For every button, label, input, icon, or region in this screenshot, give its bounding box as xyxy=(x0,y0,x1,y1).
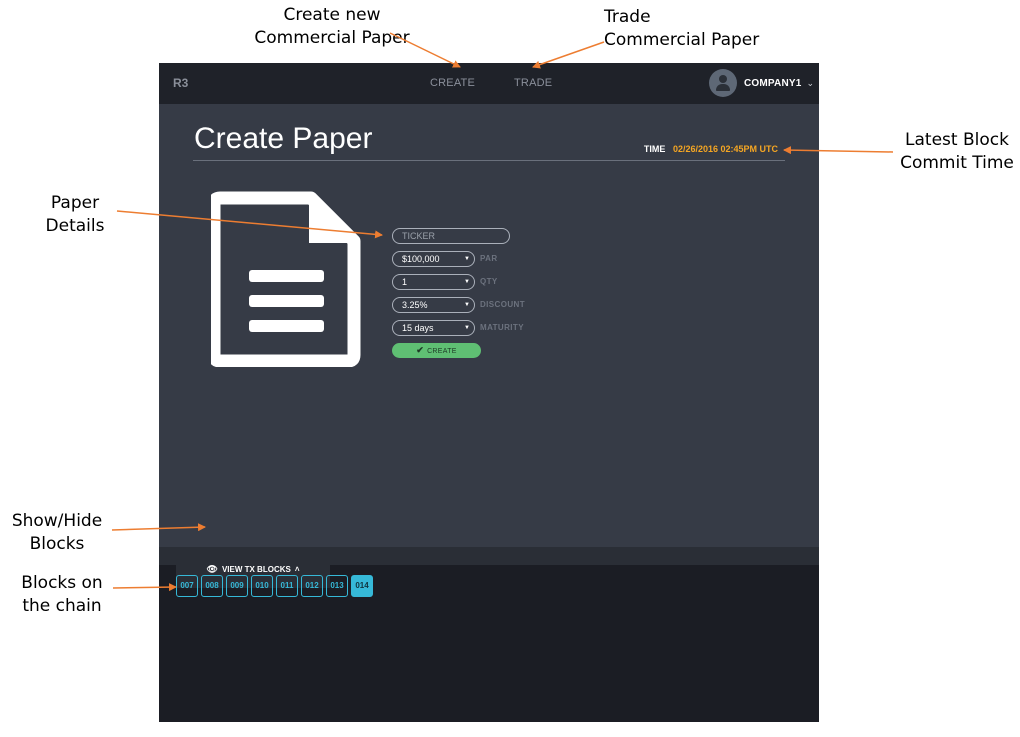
block-012[interactable]: 012 xyxy=(301,575,323,597)
callout-line: Paper xyxy=(50,193,100,213)
callout-line: Commercial Paper xyxy=(254,28,410,48)
dropdown-arrow-icon: ▼ xyxy=(464,325,470,331)
top-nav-bar: R3 CREATE TRADE COMPANY1 ⌄ xyxy=(159,63,819,104)
block-007[interactable]: 007 xyxy=(176,575,198,597)
main-panel: Create Paper TIME 02/26/2016 02:45PM UTC… xyxy=(159,104,819,588)
user-menu[interactable]: COMPANY1 ⌄ xyxy=(709,69,814,97)
qty-label: QTY xyxy=(480,277,498,286)
view-tx-blocks-label: VIEW TX BLOCKS xyxy=(221,564,291,574)
callout-trade: Trade Commercial Paper xyxy=(604,6,759,52)
create-button-label: CREATE xyxy=(427,348,457,355)
discount-select[interactable]: 3.25% ▼ xyxy=(392,297,475,313)
callout-line: Blocks on xyxy=(21,573,103,593)
callout-blocks-chain: Blocks on the chain xyxy=(8,572,116,618)
dropdown-arrow-icon: ▼ xyxy=(464,279,470,285)
page-title: Create Paper xyxy=(194,122,373,155)
app-window: R3 CREATE TRADE COMPANY1 ⌄ Create Paper … xyxy=(159,63,819,722)
callout-line: Latest Block xyxy=(905,130,1009,150)
callout-show-hide: Show/Hide Blocks xyxy=(2,510,112,556)
callout-line: Commit Time xyxy=(900,153,1014,173)
qty-value: 1 xyxy=(402,277,408,287)
par-label: PAR xyxy=(480,254,498,263)
blocks-panel-header xyxy=(159,547,819,565)
callout-line: Commercial Paper xyxy=(604,30,760,50)
block-008[interactable]: 008 xyxy=(201,575,223,597)
chevron-down-icon: ⌄ xyxy=(806,77,815,88)
callout-block-time: Latest Block Commit Time xyxy=(897,129,1017,175)
maturity-label: MATURITY xyxy=(480,323,524,332)
discount-label: DISCOUNT xyxy=(480,300,525,309)
user-name: COMPANY1 xyxy=(744,77,802,89)
callout-line: Details xyxy=(45,216,105,236)
block-010[interactable]: 010 xyxy=(251,575,273,597)
block-commit-time: TIME 02/26/2016 02:45PM UTC xyxy=(644,144,778,154)
callout-create-new: Create new Commercial Paper xyxy=(227,4,437,50)
user-avatar-icon xyxy=(709,69,737,97)
par-select[interactable]: $100,000 ▼ xyxy=(392,251,475,267)
time-value: 02/26/2016 02:45PM UTC xyxy=(672,144,778,154)
block-chain-list: 007 008 009 010 011 012 013 014 xyxy=(176,575,376,597)
callout-paper-details: Paper Details xyxy=(30,192,120,238)
discount-value: 3.25% xyxy=(402,300,428,310)
block-009[interactable]: 009 xyxy=(226,575,248,597)
maturity-select[interactable]: 15 days ▼ xyxy=(392,320,475,336)
dropdown-arrow-icon: ▼ xyxy=(464,302,470,308)
title-divider xyxy=(193,160,785,161)
callout-line: Create new xyxy=(283,5,381,25)
eye-icon: 👁 xyxy=(206,563,218,574)
block-013[interactable]: 013 xyxy=(326,575,348,597)
callout-line: Show/Hide xyxy=(11,511,103,531)
block-014[interactable]: 014 xyxy=(351,575,373,597)
maturity-value: 15 days xyxy=(402,323,434,333)
callout-line: the chain xyxy=(22,596,102,616)
chevron-up-icon: ˄ xyxy=(294,564,300,574)
callout-line: Trade xyxy=(604,7,651,27)
ticker-input[interactable]: TICKER xyxy=(392,228,510,244)
block-011[interactable]: 011 xyxy=(276,575,298,597)
nav-trade-link[interactable]: TRADE xyxy=(514,77,552,89)
qty-select[interactable]: 1 ▼ xyxy=(392,274,475,290)
brand-logo: R3 xyxy=(173,76,189,90)
checkmark-icon: ✔ xyxy=(416,345,425,355)
nav-create-link[interactable]: CREATE xyxy=(430,77,475,89)
document-icon xyxy=(211,191,361,367)
dropdown-arrow-icon: ▼ xyxy=(464,256,470,262)
par-value: $100,000 xyxy=(402,254,440,264)
time-label: TIME xyxy=(643,144,666,154)
callout-line: Blocks xyxy=(29,534,85,554)
create-button[interactable]: ✔ CREATE xyxy=(392,343,481,358)
